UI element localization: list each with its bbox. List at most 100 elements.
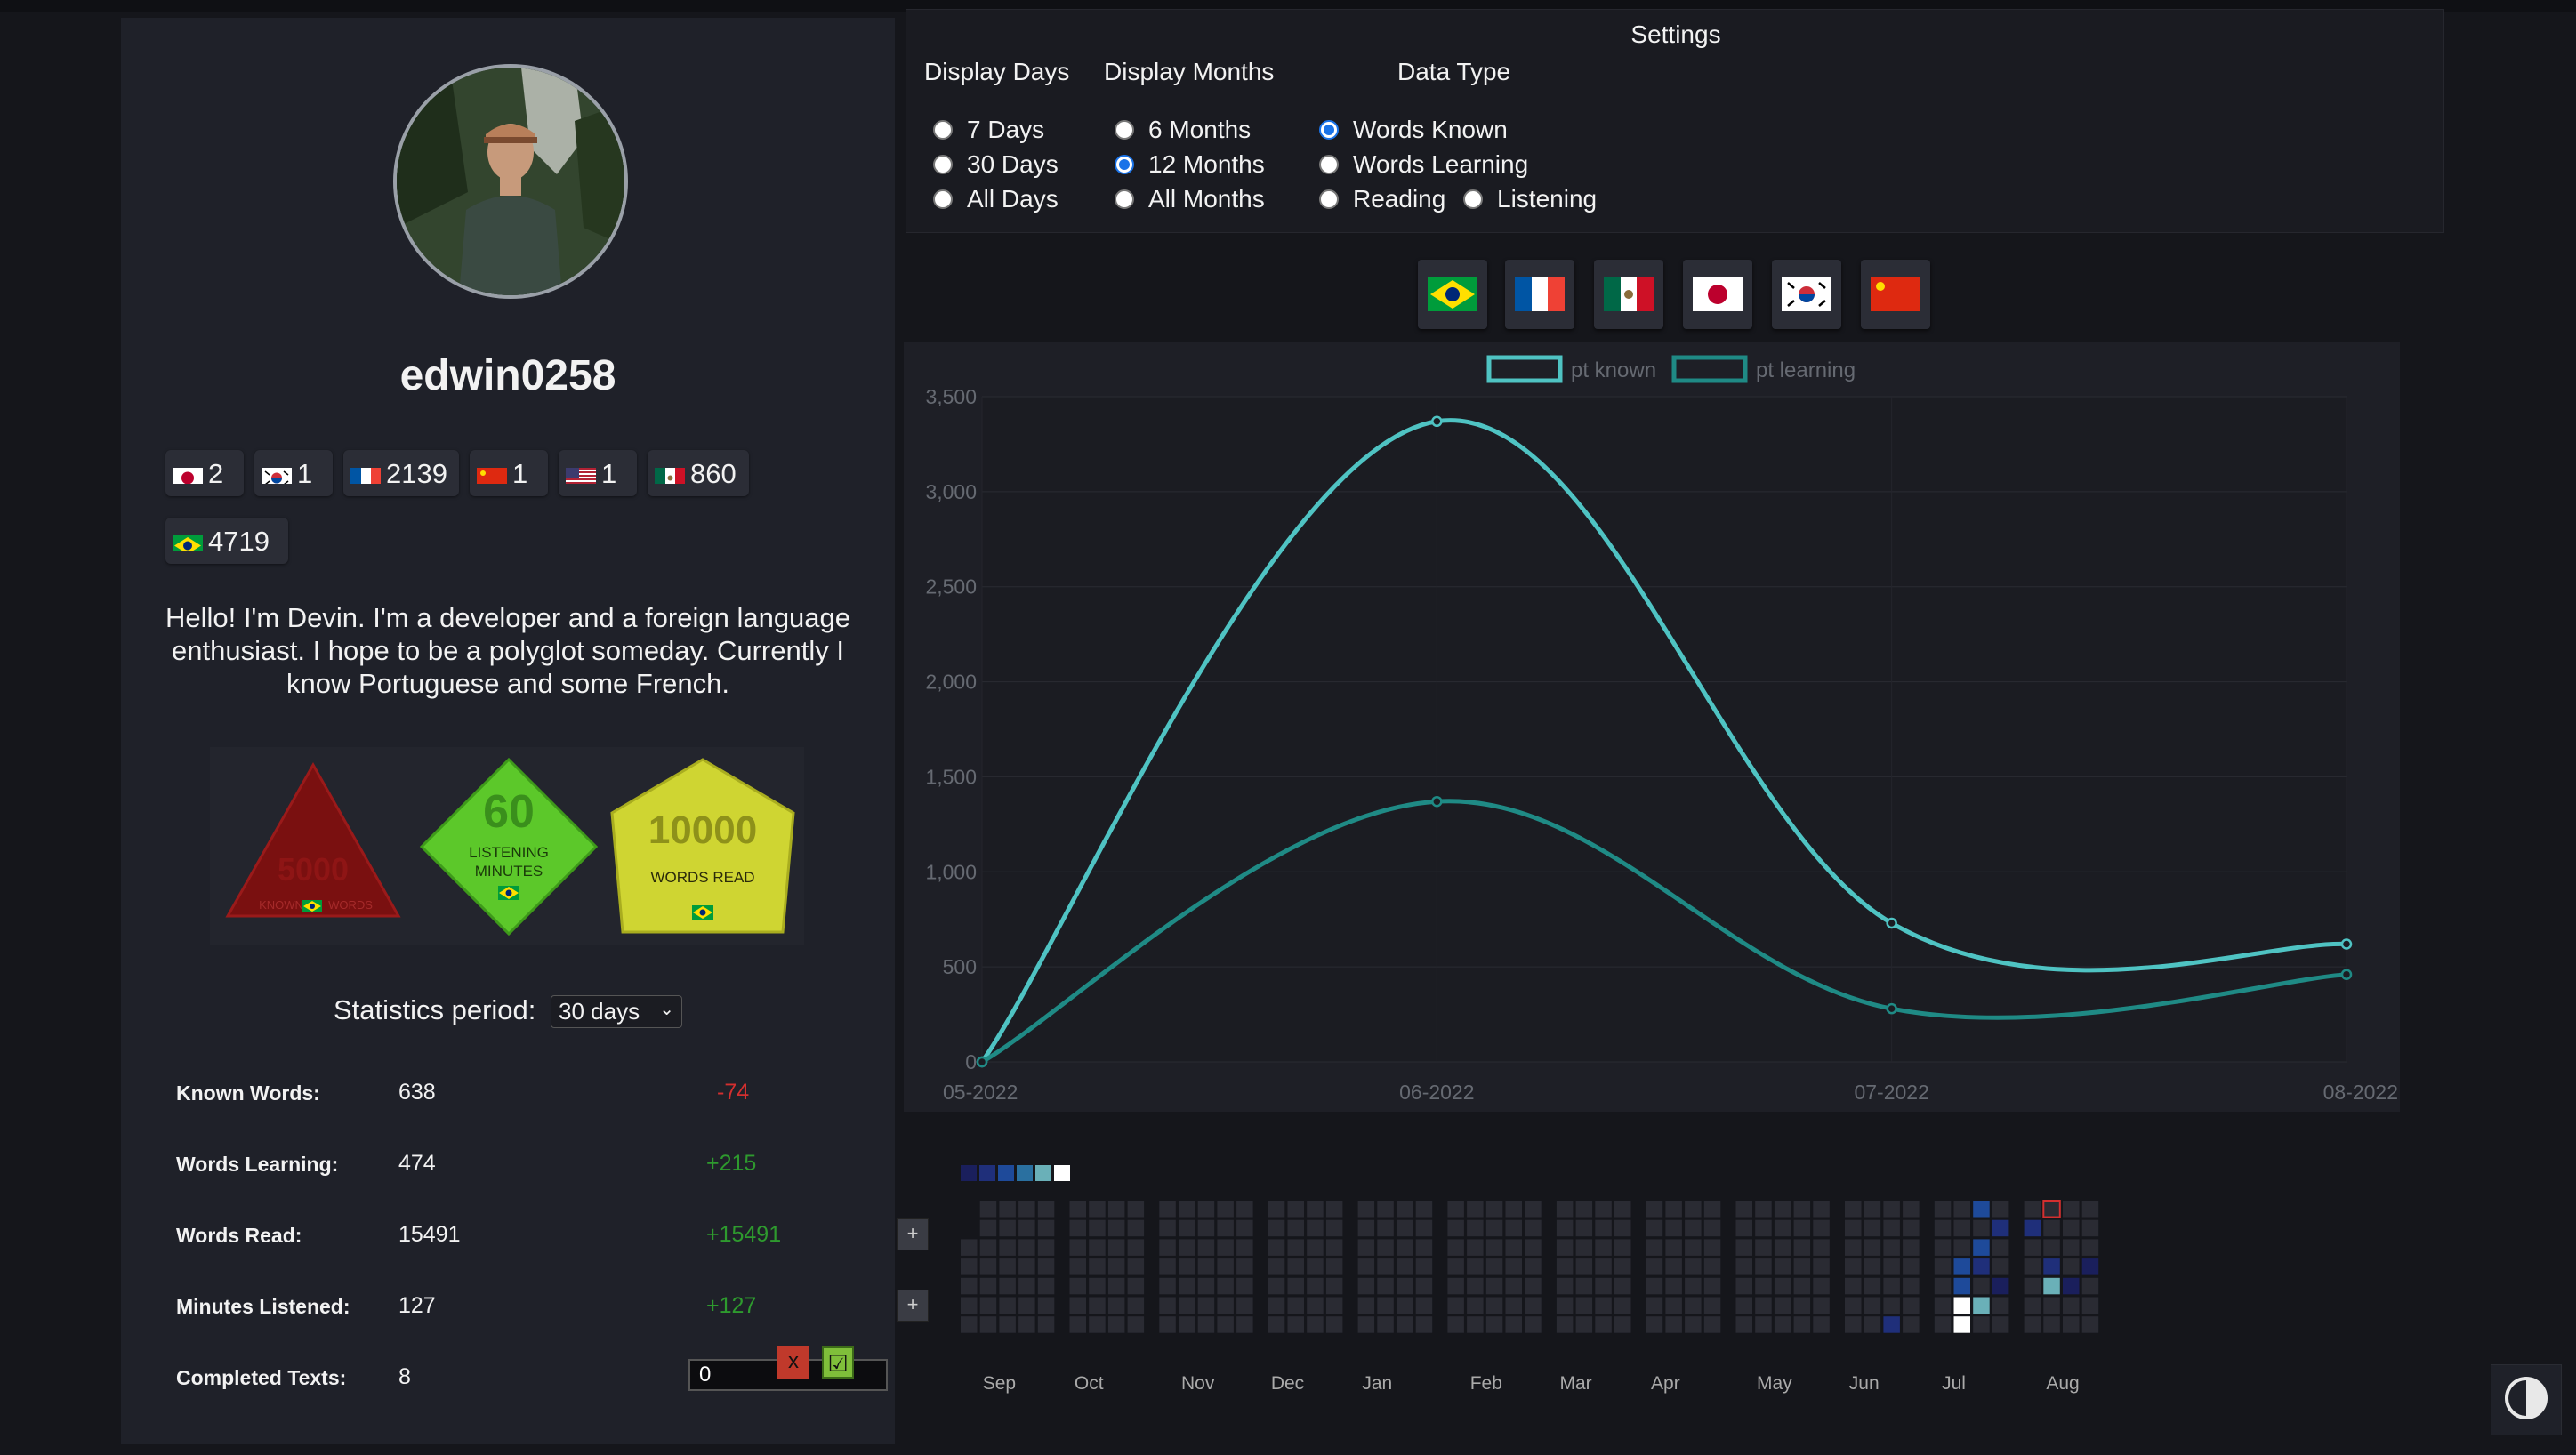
heatmap-cell[interactable] [2043, 1297, 2060, 1314]
heatmap-cell[interactable] [1575, 1277, 1593, 1295]
heatmap-cell[interactable] [1813, 1297, 1830, 1314]
heatmap-cell[interactable] [1127, 1277, 1145, 1295]
heatmap-cell[interactable] [2024, 1239, 2041, 1256]
heatmap-cell[interactable] [1377, 1239, 1394, 1256]
heatmap-cell[interactable] [1614, 1258, 1631, 1275]
heatmap-cell[interactable] [1159, 1258, 1176, 1275]
heatmap-cell[interactable] [1953, 1219, 1971, 1237]
heatmap-cell[interactable] [2081, 1316, 2099, 1333]
heatmap-cell[interactable] [1703, 1201, 1721, 1218]
heatmap-cell[interactable] [1377, 1219, 1394, 1237]
heatmap-cell[interactable] [1864, 1316, 1881, 1333]
heatmap-cell[interactable] [1525, 1297, 1542, 1314]
heatmap-cell[interactable] [1159, 1201, 1176, 1218]
heatmap-cell[interactable] [1397, 1201, 1413, 1218]
radio-button[interactable] [933, 155, 953, 174]
heatmap-cell[interactable] [1665, 1258, 1682, 1275]
heatmap-cell[interactable] [2081, 1277, 2099, 1295]
heatmap-cell[interactable] [1357, 1201, 1375, 1218]
heatmap-cell[interactable] [1236, 1258, 1253, 1275]
heatmap-cell[interactable] [1325, 1297, 1343, 1314]
heatmap-cell[interactable] [1735, 1201, 1753, 1218]
radio-button[interactable] [1319, 155, 1339, 174]
heatmap-cell[interactable] [1107, 1201, 1125, 1218]
heatmap-cell[interactable] [1037, 1277, 1055, 1295]
heatmap-cell[interactable] [1992, 1201, 2009, 1218]
heatmap-cell[interactable] [1813, 1258, 1830, 1275]
heatmap-cell[interactable] [2024, 1316, 2041, 1333]
heatmap-cell[interactable] [1307, 1297, 1324, 1314]
heatmap-cell[interactable] [979, 1316, 997, 1333]
heatmap-cell[interactable] [979, 1201, 997, 1218]
heatmap-cell[interactable] [1377, 1201, 1394, 1218]
data-point[interactable] [2340, 969, 2353, 980]
heatmap-cell[interactable] [1467, 1239, 1484, 1256]
heatmap-cell[interactable] [1037, 1239, 1055, 1256]
heatmap-cell[interactable] [1934, 1239, 1952, 1256]
radio-button[interactable] [933, 189, 953, 209]
heatmap-cell[interactable] [1595, 1297, 1612, 1314]
heatmap-cell[interactable] [1415, 1219, 1433, 1237]
language-button-kr[interactable] [1772, 260, 1841, 329]
heatmap-cell[interactable] [1325, 1277, 1343, 1295]
heatmap-cell[interactable] [999, 1201, 1016, 1218]
heatmap-cell[interactable] [1127, 1239, 1145, 1256]
heatmap-cell[interactable] [1703, 1239, 1721, 1256]
heatmap-cell[interactable] [1089, 1219, 1106, 1237]
heatmap-cell[interactable] [1197, 1316, 1215, 1333]
heatmap-cell[interactable] [1415, 1258, 1433, 1275]
heatmap-cell[interactable] [1467, 1201, 1484, 1218]
radio-all-months[interactable]: All Months [1115, 184, 1265, 214]
period-select[interactable]: 30 days ⌄ [551, 995, 683, 1029]
heatmap-cell[interactable] [1217, 1201, 1234, 1218]
heatmap-cell[interactable] [1575, 1297, 1593, 1314]
heatmap-cell[interactable] [1845, 1316, 1862, 1333]
heatmap-cell[interactable] [1127, 1297, 1145, 1314]
heatmap-cell[interactable] [2024, 1297, 2041, 1314]
heatmap-cell[interactable] [1525, 1239, 1542, 1256]
heatmap-cell[interactable] [1845, 1219, 1862, 1237]
heatmap-cell[interactable] [1236, 1277, 1253, 1295]
heatmap-cell[interactable] [1973, 1297, 1990, 1314]
heatmap-cell[interactable] [1845, 1201, 1862, 1218]
heatmap-cell[interactable] [1774, 1258, 1791, 1275]
heatmap-cell[interactable] [2024, 1201, 2041, 1218]
heatmap-cell[interactable] [1685, 1219, 1702, 1237]
heatmap-cell[interactable] [2063, 1316, 2080, 1333]
heatmap-cell[interactable] [1107, 1258, 1125, 1275]
heatmap-cell[interactable] [1485, 1201, 1503, 1218]
heatmap-cell[interactable] [1685, 1201, 1702, 1218]
heatmap-cell[interactable] [1018, 1239, 1035, 1256]
heatmap-cell[interactable] [1197, 1258, 1215, 1275]
heatmap-cell[interactable] [1197, 1201, 1215, 1218]
heatmap-cell[interactable] [2043, 1239, 2060, 1256]
heatmap-cell[interactable] [1793, 1258, 1811, 1275]
heatmap-cell[interactable] [1357, 1297, 1375, 1314]
heatmap-cell[interactable] [1037, 1316, 1055, 1333]
heatmap-cell[interactable] [1685, 1316, 1702, 1333]
heatmap-cell[interactable] [1037, 1201, 1055, 1218]
heatmap-cell[interactable] [979, 1277, 997, 1295]
heatmap-cell[interactable] [1307, 1239, 1324, 1256]
heatmap-cell[interactable] [1934, 1219, 1952, 1237]
heatmap-cell[interactable] [1485, 1297, 1503, 1314]
heatmap-cell[interactable] [1755, 1201, 1772, 1218]
radio-all-days[interactable]: All Days [933, 184, 1059, 214]
heatmap-cell[interactable] [1447, 1316, 1464, 1333]
language-button-fr[interactable] [1505, 260, 1574, 329]
heatmap-cell[interactable] [1217, 1258, 1234, 1275]
heatmap-cell[interactable] [1505, 1258, 1523, 1275]
heatmap-cell[interactable] [1268, 1297, 1285, 1314]
heatmap-cell[interactable] [1018, 1219, 1035, 1237]
data-point[interactable] [1431, 795, 1443, 808]
heatmap-cell[interactable] [1755, 1277, 1772, 1295]
heatmap-cell[interactable] [1397, 1316, 1413, 1333]
heatmap-cell[interactable] [1813, 1277, 1830, 1295]
heatmap-cell[interactable] [1556, 1258, 1574, 1275]
heatmap-cell[interactable] [1883, 1201, 1900, 1218]
confirm-button[interactable]: ☑ [822, 1346, 854, 1379]
heatmap-cell[interactable] [1595, 1239, 1612, 1256]
heatmap-cell[interactable] [1735, 1297, 1753, 1314]
heatmap-cell[interactable] [1864, 1201, 1881, 1218]
heatmap-cell[interactable] [1467, 1277, 1484, 1295]
